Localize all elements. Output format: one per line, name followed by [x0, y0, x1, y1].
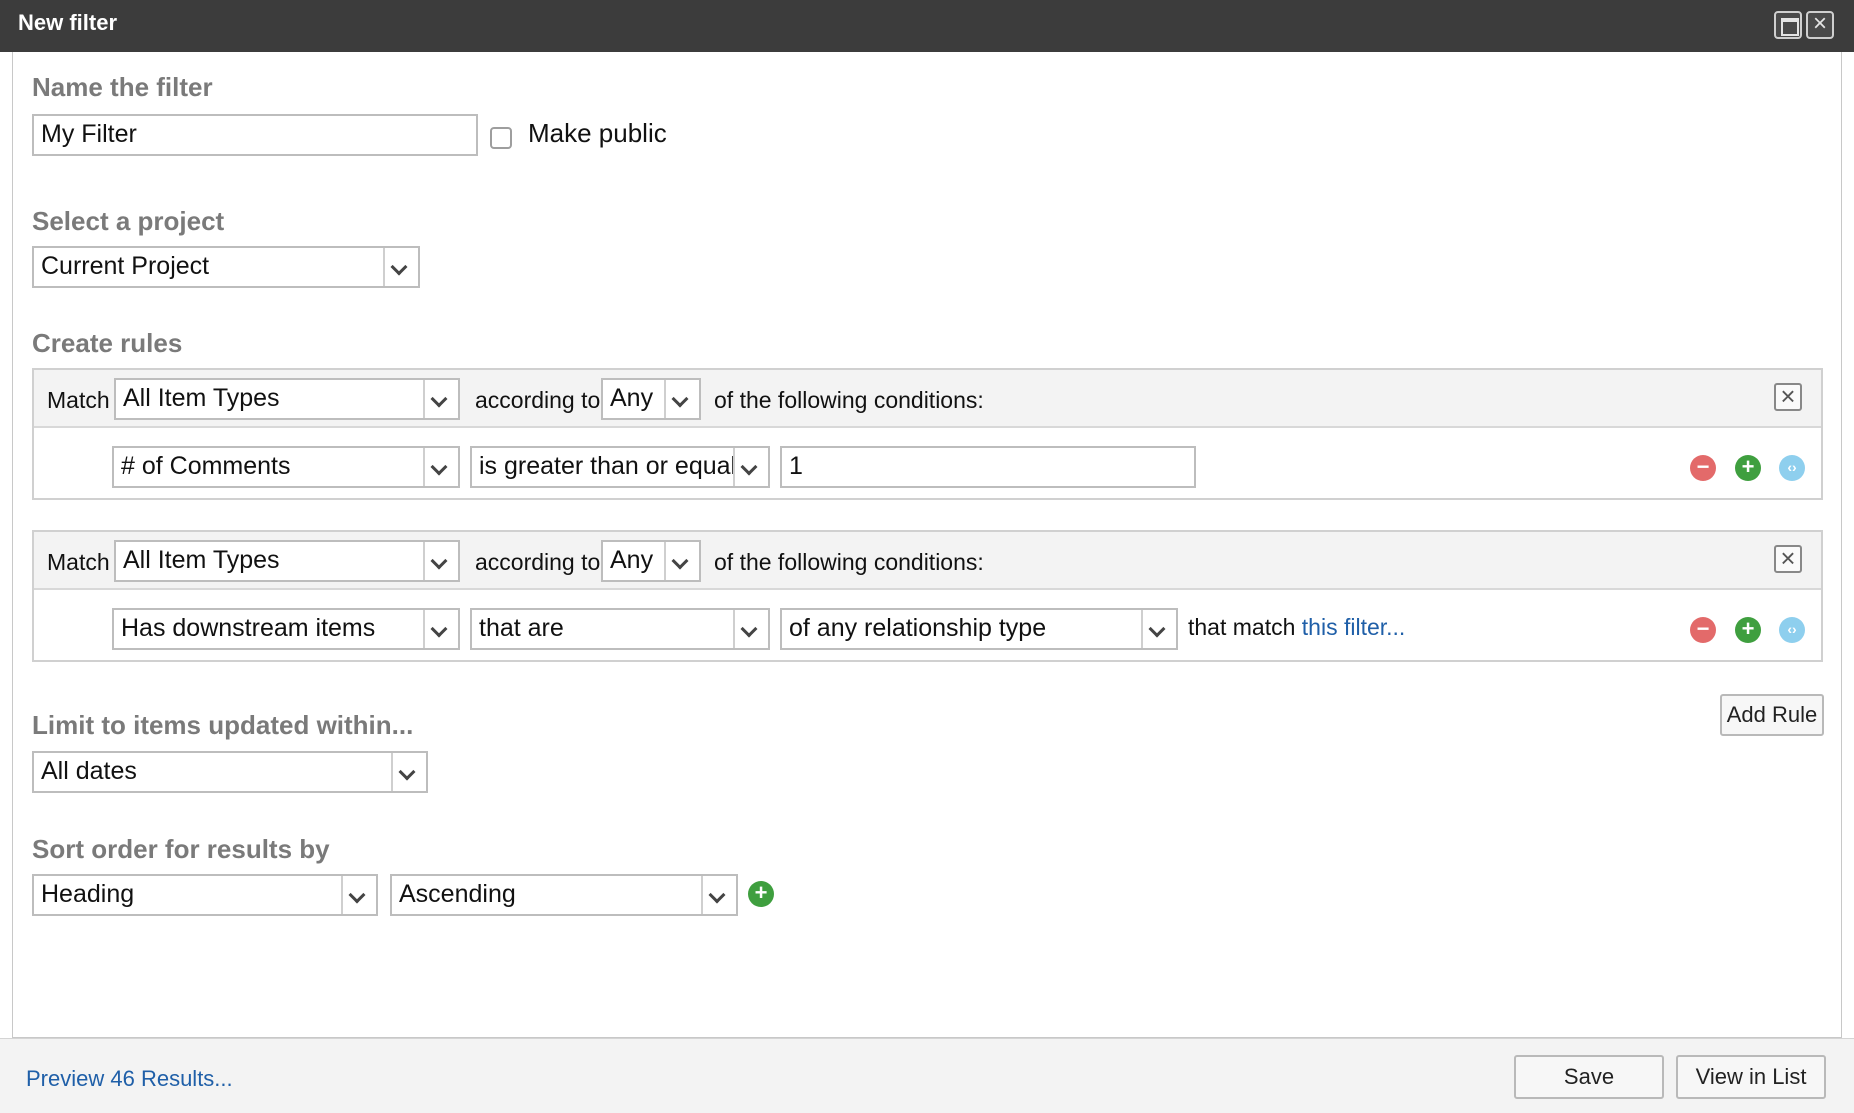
view-in-list-button[interactable]: View in List [1676, 1055, 1826, 1099]
match-filter-text: that match this filter... [1188, 614, 1405, 641]
sort-direction-select[interactable]: Ascending [390, 874, 738, 916]
this-filter-link[interactable]: this filter... [1302, 614, 1406, 640]
project-section-label: Select a project [32, 206, 225, 236]
according-to-label: according to [475, 549, 601, 575]
match-label: Match [47, 387, 110, 413]
chevron-down-icon [383, 248, 418, 286]
preview-results-link[interactable]: Preview 46 Results... [26, 1066, 233, 1092]
remove-rule-close-icon[interactable]: × [1774, 383, 1802, 411]
remove-rule-close-icon[interactable]: × [1774, 545, 1802, 573]
match-label: Match [47, 549, 110, 575]
match-mode-value: Any [610, 384, 654, 412]
condition-field-value: # of Comments [121, 452, 291, 480]
chevron-down-icon [733, 448, 768, 486]
code-circle-icon[interactable]: ‹› [1779, 455, 1805, 481]
project-select-value: Current Project [41, 252, 210, 280]
date-range-value: All dates [41, 757, 137, 785]
that-match-label: that match [1188, 614, 1296, 640]
minus-circle-icon[interactable]: − [1690, 455, 1716, 481]
condition-field-select[interactable]: Has downstream items [112, 608, 460, 650]
chevron-down-icon [423, 380, 458, 418]
item-types-value: All Item Types [123, 384, 280, 412]
condition-operator-select[interactable]: that are [470, 608, 770, 650]
name-section-label: Name the filter [32, 72, 213, 102]
item-types-select[interactable]: All Item Types [114, 540, 460, 582]
rules-section-label: Create rules [32, 328, 183, 358]
sort-field-value: Heading [41, 880, 135, 908]
item-types-value: All Item Types [123, 546, 280, 574]
chevron-down-icon [423, 542, 458, 580]
sort-direction-value: Ascending [399, 880, 516, 908]
plus-circle-icon[interactable]: + [1735, 617, 1761, 643]
close-icon[interactable]: × [1806, 11, 1834, 39]
project-select[interactable]: Current Project [32, 246, 420, 288]
condition-field-select[interactable]: # of Comments [112, 446, 460, 488]
window-titlebar: New filter × [0, 0, 1854, 52]
sort-field-select[interactable]: Heading [32, 874, 378, 916]
chevron-down-icon [664, 542, 699, 580]
chevron-down-icon [701, 876, 736, 914]
sort-section-label: Sort order for results by [32, 834, 330, 864]
according-to-label: according to [475, 387, 601, 413]
minus-circle-icon[interactable]: − [1690, 617, 1716, 643]
condition-value-input[interactable]: 1 [780, 446, 1196, 488]
relationship-type-select[interactable]: of any relationship type [780, 608, 1178, 650]
save-button[interactable]: Save [1514, 1055, 1664, 1099]
condition-operator-value: is greater than or equal [479, 452, 737, 480]
chevron-down-icon [423, 448, 458, 486]
date-range-select[interactable]: All dates [32, 751, 428, 793]
item-types-select[interactable]: All Item Types [114, 378, 460, 420]
maximize-icon[interactable] [1774, 11, 1802, 39]
make-public-checkbox[interactable] [490, 127, 512, 149]
chevron-down-icon [341, 876, 376, 914]
chevron-down-icon [423, 610, 458, 648]
window-title: New filter [18, 10, 118, 35]
chevron-down-icon [664, 380, 699, 418]
condition-field-value: Has downstream items [121, 614, 376, 642]
relationship-type-value: of any relationship type [789, 614, 1047, 642]
chevron-down-icon [391, 753, 426, 791]
match-mode-select[interactable]: Any [601, 378, 701, 420]
make-public-label: Make public [528, 118, 667, 148]
condition-operator-value: that are [479, 614, 564, 642]
limit-section-label: Limit to items updated within... [32, 710, 414, 740]
conditions-label: of the following conditions: [714, 549, 984, 575]
conditions-label: of the following conditions: [714, 387, 984, 413]
plus-circle-icon[interactable]: + [1735, 455, 1761, 481]
chevron-down-icon [733, 610, 768, 648]
match-mode-value: Any [610, 546, 654, 574]
match-mode-select[interactable]: Any [601, 540, 701, 582]
filter-name-input[interactable]: My Filter [32, 114, 478, 156]
condition-operator-select[interactable]: is greater than or equal [470, 446, 770, 488]
code-circle-icon[interactable]: ‹› [1779, 617, 1805, 643]
plus-circle-icon[interactable]: + [748, 881, 774, 907]
chevron-down-icon [1141, 610, 1176, 648]
add-rule-button[interactable]: Add Rule [1720, 694, 1824, 736]
